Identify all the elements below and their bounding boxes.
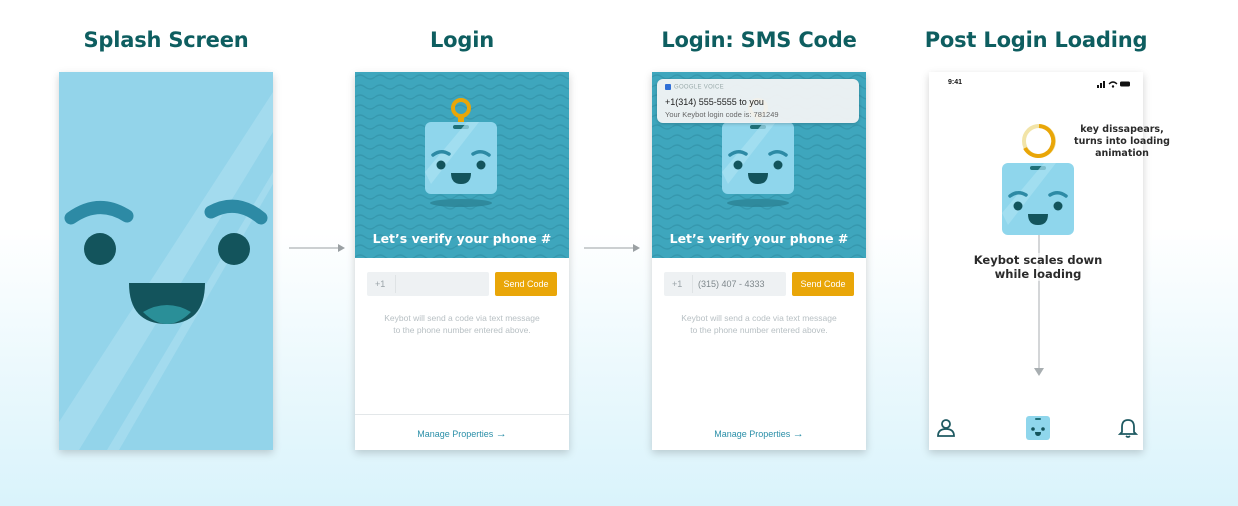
login-screen: Let’s verify your phone # +1 Send Code K…	[355, 72, 569, 450]
country-code[interactable]: +1	[375, 279, 385, 289]
flow-arrow-2	[584, 244, 640, 252]
arrow-right-icon: →	[495, 428, 507, 440]
splash-screen-title: Splash Screen	[83, 28, 249, 52]
google-voice-icon	[665, 84, 671, 90]
login-form: +1 Send Code Keybot will send a code via…	[355, 258, 569, 450]
phone-number-value: (315) 407 - 4333	[698, 279, 765, 289]
login-title: Login	[430, 28, 494, 52]
splash-screen	[59, 72, 273, 450]
send-code-button[interactable]: Send Code	[792, 272, 854, 296]
scale-annotation: Keybot scales down while loading	[967, 253, 1109, 281]
notification-message: Your Keybot login code is: 781249	[665, 110, 779, 119]
key-annotation: key dissapears, turns into loading anima…	[1074, 124, 1170, 159]
sms-code-screen: GOOGLE VOICE +1(314) 555-5555 to you You…	[652, 72, 866, 450]
bell-icon[interactable]	[1118, 418, 1138, 438]
post-login-title: Post Login Loading	[924, 28, 1148, 52]
sms-form: +1 (315) 407 - 4333 Send Code Keybot wil…	[652, 258, 866, 450]
splash-face-illustration	[59, 92, 273, 450]
phone-input[interactable]: +1 (315) 407 - 4333	[664, 272, 786, 296]
manage-properties-link[interactable]: Manage Properties →	[355, 428, 569, 440]
flow-arrow-1	[289, 244, 345, 252]
sms-code-title: Login: SMS Code	[661, 28, 857, 52]
phone-input[interactable]: +1	[367, 272, 489, 296]
hero-title: Let’s verify your phone #	[372, 231, 552, 246]
manage-properties-link[interactable]: Manage Properties →	[652, 428, 866, 440]
keybot-home-icon[interactable]	[1026, 416, 1050, 440]
login-hero: Let’s verify your phone #	[355, 72, 569, 258]
notification-app: GOOGLE VOICE	[665, 84, 724, 91]
send-code-button[interactable]: Send Code	[495, 272, 557, 296]
sms-hero: GOOGLE VOICE +1(314) 555-5555 to you You…	[652, 72, 866, 258]
country-code[interactable]: +1	[672, 279, 682, 289]
sms-notification[interactable]: GOOGLE VOICE +1(314) 555-5555 to you You…	[657, 79, 859, 123]
hint-text: Keybot will send a code via text message…	[681, 313, 837, 335]
profile-icon[interactable]	[936, 418, 956, 438]
arrow-right-icon: →	[792, 428, 804, 440]
hero-title: Let’s verify your phone #	[669, 231, 849, 246]
notification-sender: +1(314) 555-5555 to you	[665, 97, 764, 107]
hint-text: Keybot will send a code via text message…	[384, 313, 540, 335]
